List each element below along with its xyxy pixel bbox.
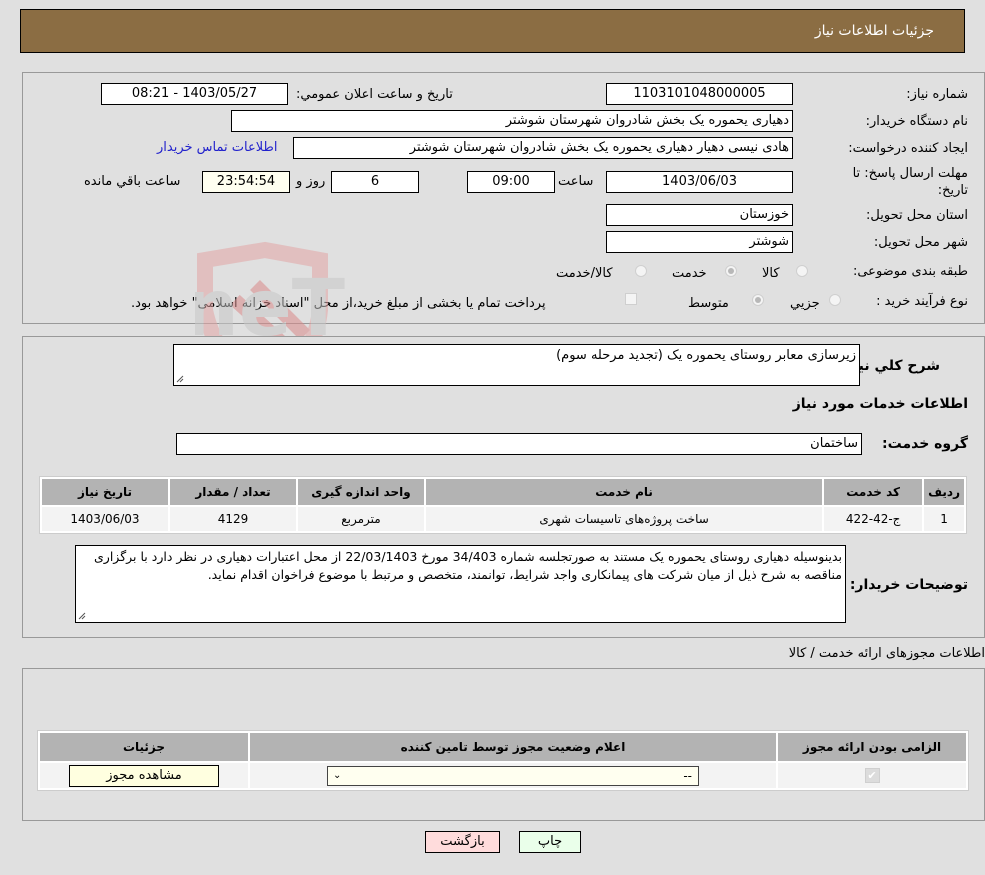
announce-datetime-label: تاریخ و ساعت اعلان عمومي: xyxy=(296,87,453,102)
description-textarea[interactable]: زیرسازی معابر روستای یحموره یک (تجدید مر… xyxy=(173,344,860,386)
need-number-label: شماره نیاز: xyxy=(906,87,968,102)
requester-field: هادی نیسی دهیار دهیاری یحموره یک بخش شاد… xyxy=(293,137,793,159)
col-unit: واحد اندازه گیری xyxy=(298,479,424,505)
category-option-goods-service: کالا/خدمت xyxy=(556,266,613,281)
col-service-code: کد خدمت xyxy=(824,479,923,505)
page-header: جزئیات اطلاعات نیاز xyxy=(20,9,965,53)
remaining-time-field: 23:54:54 xyxy=(202,171,290,193)
permit-status-value: -- xyxy=(683,768,692,783)
category-label: طبقه بندی موضوعی: xyxy=(852,264,968,279)
view-permit-button[interactable]: مشاهده مجوز xyxy=(69,764,219,787)
cell-permit-status: -- ⌄ xyxy=(250,763,776,788)
category-radio-goods[interactable] xyxy=(796,265,808,277)
city-field: شوشتر xyxy=(606,231,793,253)
buyer-org-label: نام دستگاه خریدار: xyxy=(865,114,968,129)
buyer-contact-link[interactable]: اطلاعات تماس خریدار xyxy=(157,140,277,155)
resize-handle-icon[interactable] xyxy=(176,375,184,383)
services-section-title: اطلاعات خدمات مورد نیاز xyxy=(792,396,968,412)
col-permit-status: اعلام وضعیت مجوز توسط تامین کننده xyxy=(250,733,776,761)
col-need-date: تاریخ نیاز xyxy=(42,479,168,505)
requester-label: ایجاد کننده درخواست: xyxy=(848,141,968,156)
permits-table: الزامی بودن ارائه مجوز اعلام وضعیت مجوز … xyxy=(37,730,969,791)
services-table: ردیف کد خدمت نام خدمت واحد اندازه گیری ت… xyxy=(39,476,967,534)
category-radio-service[interactable] xyxy=(725,265,737,277)
page-title: جزئیات اطلاعات نیاز xyxy=(814,23,934,39)
remaining-time-label: ساعت باقي مانده xyxy=(84,174,181,189)
permits-table-header: الزامی بودن ارائه مجوز اعلام وضعیت مجوز … xyxy=(40,733,966,761)
cell-permit-details: مشاهده مجوز xyxy=(40,763,248,788)
chevron-down-icon: ⌄ xyxy=(333,769,342,781)
service-group-field: ساختمان xyxy=(176,433,862,455)
table-row: ✔ -- ⌄ مشاهده مجوز xyxy=(40,763,966,788)
deadline-date-field: 1403/06/03 xyxy=(606,171,793,193)
back-button[interactable]: بازگشت xyxy=(425,831,500,853)
remaining-days-field: 6 xyxy=(331,171,419,193)
purchase-type-radio-medium[interactable] xyxy=(752,294,764,306)
col-permit-details: جزئیات xyxy=(40,733,248,761)
province-label: استان محل تحویل: xyxy=(866,208,968,223)
cell-row-number: 1 xyxy=(924,507,964,531)
col-row-number: ردیف xyxy=(924,479,964,505)
cell-unit: مترمربع xyxy=(298,507,424,531)
permit-status-select[interactable]: -- ⌄ xyxy=(327,765,699,786)
service-group-label: گروه خدمت: xyxy=(882,436,968,452)
purchase-type-option-medium: متوسط xyxy=(688,296,729,311)
need-number-field: 1103101048000005 xyxy=(606,83,793,105)
table-row: 1 ج-42-422 ساخت پروژه‌های تاسیسات شهری م… xyxy=(42,507,964,531)
category-radio-goods-service[interactable] xyxy=(635,265,647,277)
days-label: روز و xyxy=(296,174,326,189)
cell-service-code: ج-42-422 xyxy=(824,507,923,531)
permits-section-title: اطلاعات مجوزهای ارائه خدمت / کالا xyxy=(788,646,985,661)
permit-required-checkbox[interactable]: ✔ xyxy=(864,768,880,783)
treasury-note: پرداخت تمام یا بخشی از مبلغ خرید،از محل … xyxy=(131,296,546,311)
cell-need-date: 1403/06/03 xyxy=(42,507,168,531)
buyer-org-field: دهیاری یحموره یک بخش شادروان شهرستان شوش… xyxy=(231,110,793,132)
cell-permit-required: ✔ xyxy=(778,763,966,788)
deadline-time-field: 09:00 xyxy=(467,171,555,193)
col-quantity: تعداد / مقدار xyxy=(170,479,296,505)
purchase-type-option-minor: جزيي xyxy=(790,296,820,311)
buyer-notes-textarea[interactable]: بدینوسیله دهیاری روستای یحموره یک مستند … xyxy=(75,545,846,623)
purchase-type-radio-minor[interactable] xyxy=(829,294,841,306)
cell-quantity: 4129 xyxy=(170,507,296,531)
description-text: زیرسازی معابر روستای یحموره یک (تجدید مر… xyxy=(556,348,856,363)
deadline-label: مهلت ارسال پاسخ: تا تاریخ: xyxy=(852,166,968,198)
announce-datetime-field: 1403/05/27 - 08:21 xyxy=(101,83,288,105)
deadline-time-label: ساعت xyxy=(558,174,594,189)
buyer-notes-text: بدینوسیله دهیاری روستای یحموره یک مستند … xyxy=(94,549,842,582)
resize-handle-icon[interactable] xyxy=(78,612,86,620)
col-service-name: نام خدمت xyxy=(426,479,823,505)
category-option-service: خدمت xyxy=(672,266,707,281)
print-button[interactable]: چاپ xyxy=(519,831,581,853)
city-label: شهر محل تحویل: xyxy=(873,235,968,250)
cell-service-name: ساخت پروژه‌های تاسیسات شهری xyxy=(426,507,823,531)
category-option-goods: کالا xyxy=(762,266,780,281)
purchase-type-label: نوع فرآیند خرید : xyxy=(876,294,968,309)
province-field: خوزستان xyxy=(606,204,793,226)
col-permit-required: الزامی بودن ارائه مجوز xyxy=(778,733,966,761)
buyer-notes-label: توضیحات خریدار: xyxy=(849,577,968,593)
treasury-checkbox[interactable] xyxy=(625,293,637,305)
services-table-header: ردیف کد خدمت نام خدمت واحد اندازه گیری ت… xyxy=(42,479,964,505)
